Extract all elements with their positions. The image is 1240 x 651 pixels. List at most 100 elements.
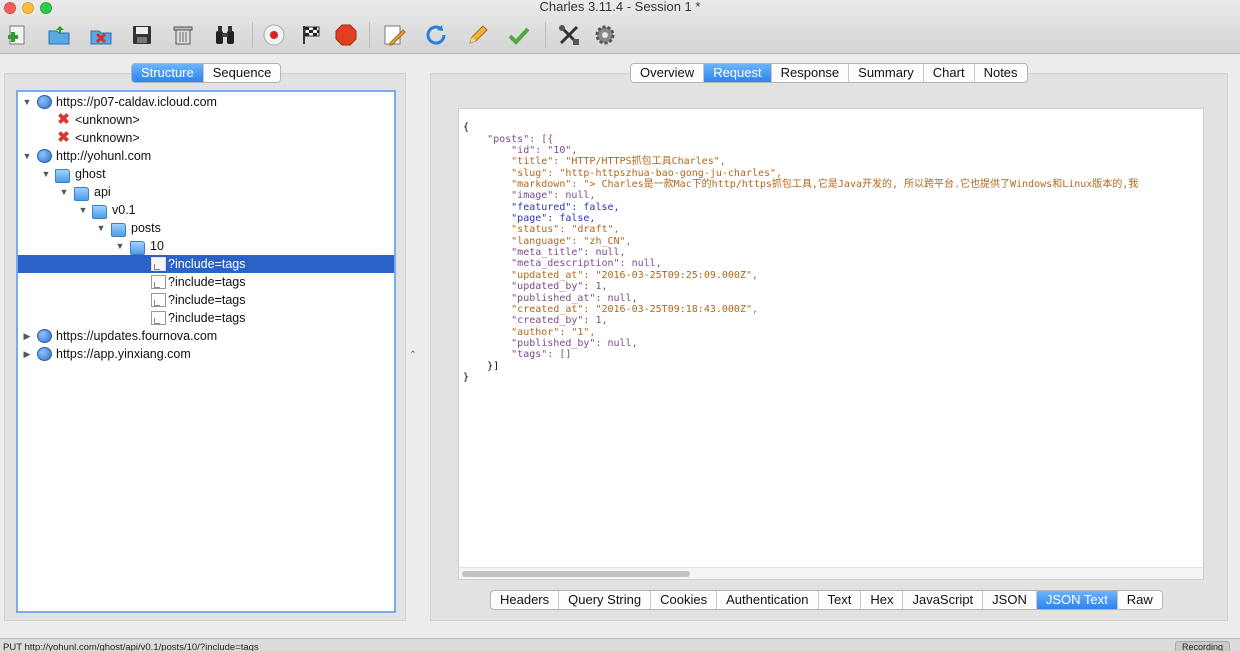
title-bar: Charles 3.11.4 - Session 1 * — [0, 0, 1240, 54]
tree-item-error[interactable]: ✖ <unknown> — [18, 111, 394, 129]
tree-item-label: v0.1 — [112, 203, 136, 217]
json-text-viewer[interactable]: { "posts": [{ "id": "10", "title": "HTTP… — [458, 108, 1204, 580]
tools-button[interactable] — [556, 22, 582, 48]
code-line: "meta_description": null, — [463, 258, 662, 270]
checkmark-icon — [508, 27, 530, 45]
disclosure-triangle-expanded-icon[interactable]: ▼ — [59, 183, 69, 201]
split-view-divider-handle[interactable]: ‸ — [411, 340, 415, 353]
tree-item-label: https://updates.fournova.com — [56, 329, 218, 343]
toolbar-separator — [369, 22, 370, 48]
edit-button[interactable] — [465, 22, 491, 48]
tab-summary[interactable]: Summary — [849, 64, 924, 82]
code-line: }] — [463, 360, 500, 372]
open-session-button[interactable] — [46, 22, 72, 48]
tab-overview[interactable]: Overview — [631, 64, 705, 82]
globe-icon — [37, 95, 52, 109]
document-icon — [151, 311, 166, 325]
document-icon — [151, 275, 166, 289]
save-session-button[interactable] — [129, 22, 155, 48]
repeat-button[interactable] — [423, 22, 449, 48]
tab-chart[interactable]: Chart — [924, 64, 975, 82]
tree-item-label: ghost — [75, 167, 106, 181]
record-button[interactable] — [261, 22, 287, 48]
tab-authentication[interactable]: Authentication — [717, 591, 819, 609]
throttle-button[interactable] — [299, 22, 325, 48]
breakpoints-button[interactable] — [333, 22, 359, 48]
tree-item-host[interactable]: ▶ https://updates.fournova.com — [18, 327, 394, 345]
tree-item-label: <unknown> — [75, 113, 140, 127]
disclosure-triangle-collapsed-icon[interactable]: ▶ — [22, 327, 32, 345]
disclosure-triangle-expanded-icon[interactable]: ▼ — [41, 165, 51, 183]
tab-sequence[interactable]: Sequence — [204, 64, 281, 82]
tree-item-folder[interactable]: ▼ ghost — [18, 165, 394, 183]
tab-structure[interactable]: Structure — [132, 64, 204, 82]
pencil-icon — [469, 25, 488, 44]
globe-icon — [37, 329, 52, 343]
window-title: Charles 3.11.4 - Session 1 * — [539, 0, 701, 14]
tree-item-folder[interactable]: ▼ api — [18, 183, 394, 201]
view-tabs: Structure Sequence — [131, 63, 282, 83]
code-line: "title": "HTTP/HTTPS抓包工具Charles", — [463, 156, 726, 168]
tree-item-request[interactable]: ?include=tags — [18, 273, 394, 291]
close-session-button[interactable] — [88, 22, 114, 48]
detail-tabs: Overview Request Response Summary Chart … — [630, 63, 1028, 83]
tree-item-host[interactable]: ▼ http://yohunl.com — [18, 147, 394, 165]
disclosure-triangle-expanded-icon[interactable]: ▼ — [115, 237, 125, 255]
disclosure-triangle-expanded-icon[interactable]: ▼ — [22, 147, 32, 165]
scrollbar-thumb[interactable] — [462, 571, 690, 577]
tree-item-request-selected[interactable]: ?include=tags — [18, 255, 394, 273]
tree-item-error[interactable]: ✖ <unknown> — [18, 129, 394, 147]
tab-request[interactable]: Request — [704, 64, 772, 82]
structure-tree[interactable]: ▼ https://p07-caldav.icloud.com ✖ <unkno… — [16, 90, 396, 613]
json-code: { "posts": [{ "id": "10", "title": "HTTP… — [463, 111, 1138, 406]
gear-icon — [595, 25, 615, 45]
tab-notes[interactable]: Notes — [975, 64, 1027, 82]
clear-session-button[interactable] — [170, 22, 196, 48]
folder-open-icon — [48, 26, 70, 45]
tree-item-host[interactable]: ▶ https://app.yinxiang.com — [18, 345, 394, 363]
folder-icon — [130, 241, 145, 255]
tab-cookies[interactable]: Cookies — [651, 591, 718, 609]
tree-item-folder[interactable]: ▼ v0.1 — [18, 201, 394, 219]
tree-item-host[interactable]: ▼ https://p07-caldav.icloud.com — [18, 93, 394, 111]
tab-javascript[interactable]: JavaScript — [903, 591, 984, 609]
tree-item-folder[interactable]: ▼ 10 — [18, 237, 394, 255]
tree-item-request[interactable]: ?include=tags — [18, 291, 394, 309]
code-line: "published_at": null, — [463, 292, 638, 304]
tree-item-folder[interactable]: ▼ posts — [18, 219, 394, 237]
tree-item-label: https://p07-caldav.icloud.com — [56, 95, 217, 109]
toolbar-separator — [545, 22, 546, 48]
horizontal-scrollbar[interactable] — [459, 567, 1203, 579]
validate-button[interactable] — [506, 22, 532, 48]
tab-text[interactable]: Text — [819, 591, 862, 609]
status-bar: PUT http://yohunl.com/ghost/api/v0.1/pos… — [0, 638, 1240, 651]
recording-indicator[interactable]: Recording — [1174, 641, 1230, 651]
error-x-icon: ✖ — [57, 129, 70, 146]
disclosure-triangle-collapsed-icon[interactable]: ▶ — [22, 345, 32, 363]
add-document-icon — [8, 25, 25, 45]
tab-query-string[interactable]: Query String — [559, 591, 652, 609]
disclosure-triangle-expanded-icon[interactable]: ▼ — [96, 219, 106, 237]
tree-item-request[interactable]: ?include=tags — [18, 309, 394, 327]
tree-item-label: ?include=tags — [168, 293, 246, 307]
compose-button[interactable] — [381, 22, 407, 48]
refresh-icon — [426, 25, 446, 45]
new-session-button[interactable] — [5, 22, 31, 48]
globe-icon — [37, 347, 52, 361]
tab-response[interactable]: Response — [772, 64, 850, 82]
tab-hex[interactable]: Hex — [861, 591, 904, 609]
tree-item-label: api — [94, 185, 111, 199]
disclosure-triangle-expanded-icon[interactable]: ▼ — [22, 93, 32, 111]
stop-sign-icon — [335, 24, 357, 46]
tab-raw[interactable]: Raw — [1118, 591, 1162, 609]
code-line: "id": "10", — [463, 145, 578, 157]
code-line: } — [463, 371, 470, 383]
tab-headers[interactable]: Headers — [491, 591, 560, 609]
tab-json[interactable]: JSON — [983, 591, 1037, 609]
edit-request-icon — [384, 25, 406, 46]
find-button[interactable] — [212, 22, 238, 48]
code-line: "created_at": "2016-03-25T09:18:43.000Z"… — [463, 303, 759, 315]
disclosure-triangle-expanded-icon[interactable]: ▼ — [78, 201, 88, 219]
settings-button[interactable] — [592, 22, 618, 48]
tab-json-text[interactable]: JSON Text — [1036, 591, 1118, 609]
